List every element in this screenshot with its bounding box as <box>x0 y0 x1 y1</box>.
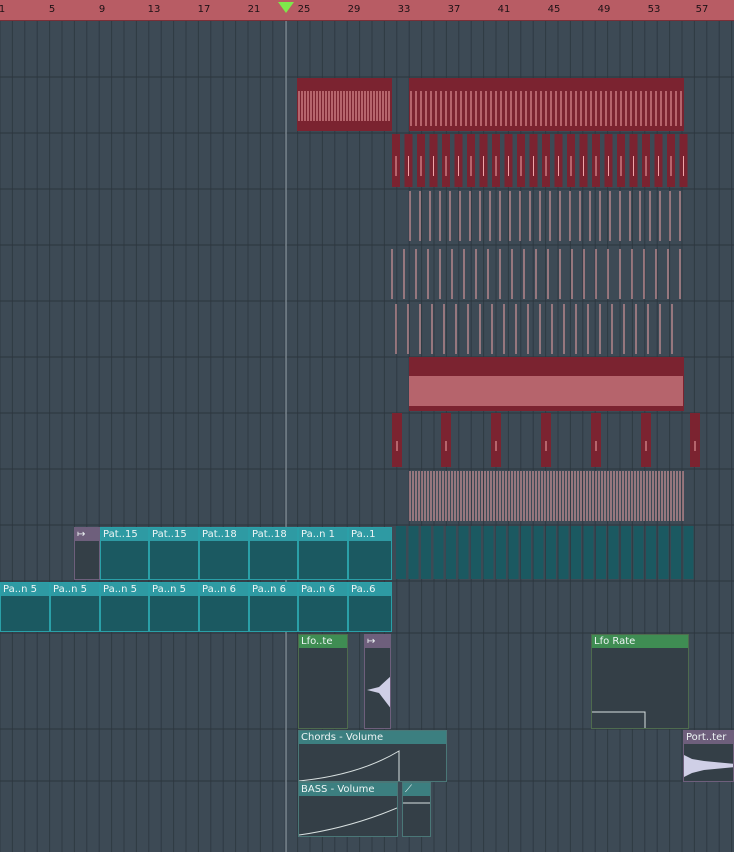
timeline-ruler[interactable]: 1 5 9 13 17 21 25 29 33 37 41 45 49 53 5… <box>0 0 734 21</box>
automation-clip[interactable]: ⟋ <box>402 782 431 837</box>
clip-header: Pa..n 5 <box>51 583 99 596</box>
clip-header: Pa..n 6 <box>200 583 248 596</box>
clip-header: Pat..18 <box>200 528 248 541</box>
bar-label: 25 <box>297 4 311 15</box>
audio-clip[interactable] <box>690 413 700 467</box>
audio-clip[interactable] <box>621 526 631 579</box>
clip-header: Pat..18 <box>250 528 297 541</box>
automation-clip[interactable]: Lfo Rate <box>591 634 689 729</box>
bar-label: 37 <box>447 4 461 15</box>
audio-clip[interactable] <box>571 526 581 579</box>
automation-clip[interactable]: BASS - Volume <box>298 782 398 837</box>
clip-header: Pa..n 5 <box>101 583 148 596</box>
audio-clip[interactable] <box>421 526 431 579</box>
pattern-clip[interactable]: Pa..n 5 <box>0 582 50 632</box>
automation-clip[interactable]: Chords - Volume <box>298 730 447 782</box>
clip-header: Pat..15 <box>150 528 198 541</box>
pattern-clip[interactable]: Pa..n 5 <box>50 582 100 632</box>
clip-header: Pa..n 6 <box>250 583 297 596</box>
automation-clip[interactable]: Lfo..te <box>298 634 348 729</box>
audio-clip[interactable] <box>533 526 544 579</box>
bar-label: 9 <box>98 4 106 15</box>
pattern-clip[interactable]: Pa..n 5 <box>100 582 149 632</box>
bar-label: 13 <box>147 4 161 15</box>
audio-clip[interactable] <box>392 413 402 467</box>
audio-clip[interactable] <box>658 526 669 579</box>
playhead-triangle-icon[interactable] <box>278 2 294 13</box>
bar-label: 33 <box>397 4 411 15</box>
bar-label: 17 <box>197 4 211 15</box>
pattern-clip[interactable]: Pat..15 <box>100 527 149 580</box>
audio-clip[interactable] <box>441 413 451 467</box>
pattern-clip[interactable]: Pa..1 <box>348 527 392 580</box>
bar-label: 29 <box>347 4 361 15</box>
bar-label: 5 <box>48 4 56 15</box>
audio-clip[interactable] <box>446 526 456 579</box>
clip-header: Pa..n 1 <box>299 528 347 541</box>
audio-clip[interactable] <box>471 526 481 579</box>
audio-clip[interactable]: Port..ter <box>683 730 734 782</box>
audio-clip[interactable]: ↦ <box>364 634 391 729</box>
automation-curve <box>403 802 430 804</box>
automation-curve <box>299 807 397 836</box>
audio-clip[interactable] <box>633 526 644 579</box>
audio-clip[interactable] <box>546 526 556 579</box>
pattern-clip-marker[interactable]: ↦ <box>74 527 100 580</box>
waveform <box>367 676 390 708</box>
bar-label: 49 <box>597 4 611 15</box>
audio-clip[interactable] <box>608 526 619 579</box>
audio-clip[interactable] <box>583 526 594 579</box>
audio-clip[interactable] <box>458 526 469 579</box>
clip-header: ↦ <box>75 528 99 541</box>
audio-clip[interactable] <box>683 526 694 579</box>
audio-clip[interactable] <box>641 413 651 467</box>
pattern-clip[interactable]: Pa..n 6 <box>298 582 348 632</box>
clip-header: Pa..n 5 <box>150 583 198 596</box>
bar-label: 1 <box>0 4 6 15</box>
automation-curve <box>299 750 400 781</box>
pattern-clip[interactable]: Pa..n 6 <box>199 582 249 632</box>
audio-clip[interactable] <box>483 526 494 579</box>
bar-label: 45 <box>547 4 561 15</box>
clip-header: Pa..1 <box>349 528 391 541</box>
audio-clip[interactable] <box>521 526 531 579</box>
pattern-clip[interactable]: Pat..18 <box>249 527 298 580</box>
audio-clip[interactable] <box>433 526 444 579</box>
bar-label: 21 <box>247 4 261 15</box>
clip-header: Lfo..te <box>299 635 347 648</box>
clip-header: Pa..n 5 <box>1 583 49 596</box>
audio-clip[interactable] <box>671 526 681 579</box>
pattern-clip[interactable]: Pa..n 5 <box>149 582 199 632</box>
waveform <box>684 755 733 777</box>
pattern-clip[interactable]: Pa..n 1 <box>298 527 348 580</box>
bar-label: 57 <box>695 4 709 15</box>
audio-clip[interactable] <box>408 526 419 579</box>
audio-clip[interactable] <box>596 526 606 579</box>
audio-clip[interactable] <box>591 413 601 467</box>
clip-header: Pa..n 6 <box>299 583 347 596</box>
audio-clip[interactable] <box>508 526 519 579</box>
audio-clip[interactable] <box>558 526 569 579</box>
audio-clip[interactable] <box>541 413 551 467</box>
pattern-clip[interactable]: Pat..15 <box>149 527 199 580</box>
pattern-clip[interactable]: Pat..18 <box>199 527 249 580</box>
clip-header: Pat..15 <box>101 528 148 541</box>
audio-clip[interactable] <box>496 526 506 579</box>
bar-label: 41 <box>497 4 511 15</box>
clip-header: Pa..6 <box>349 583 391 596</box>
audio-clip[interactable] <box>646 526 656 579</box>
pattern-clip[interactable]: Pa..n 6 <box>249 582 298 632</box>
pattern-clip[interactable]: Pa..6 <box>348 582 392 632</box>
audio-clip[interactable] <box>491 413 501 467</box>
audio-clip[interactable] <box>396 526 406 579</box>
bar-label: 53 <box>647 4 661 15</box>
automation-curve <box>592 711 646 728</box>
